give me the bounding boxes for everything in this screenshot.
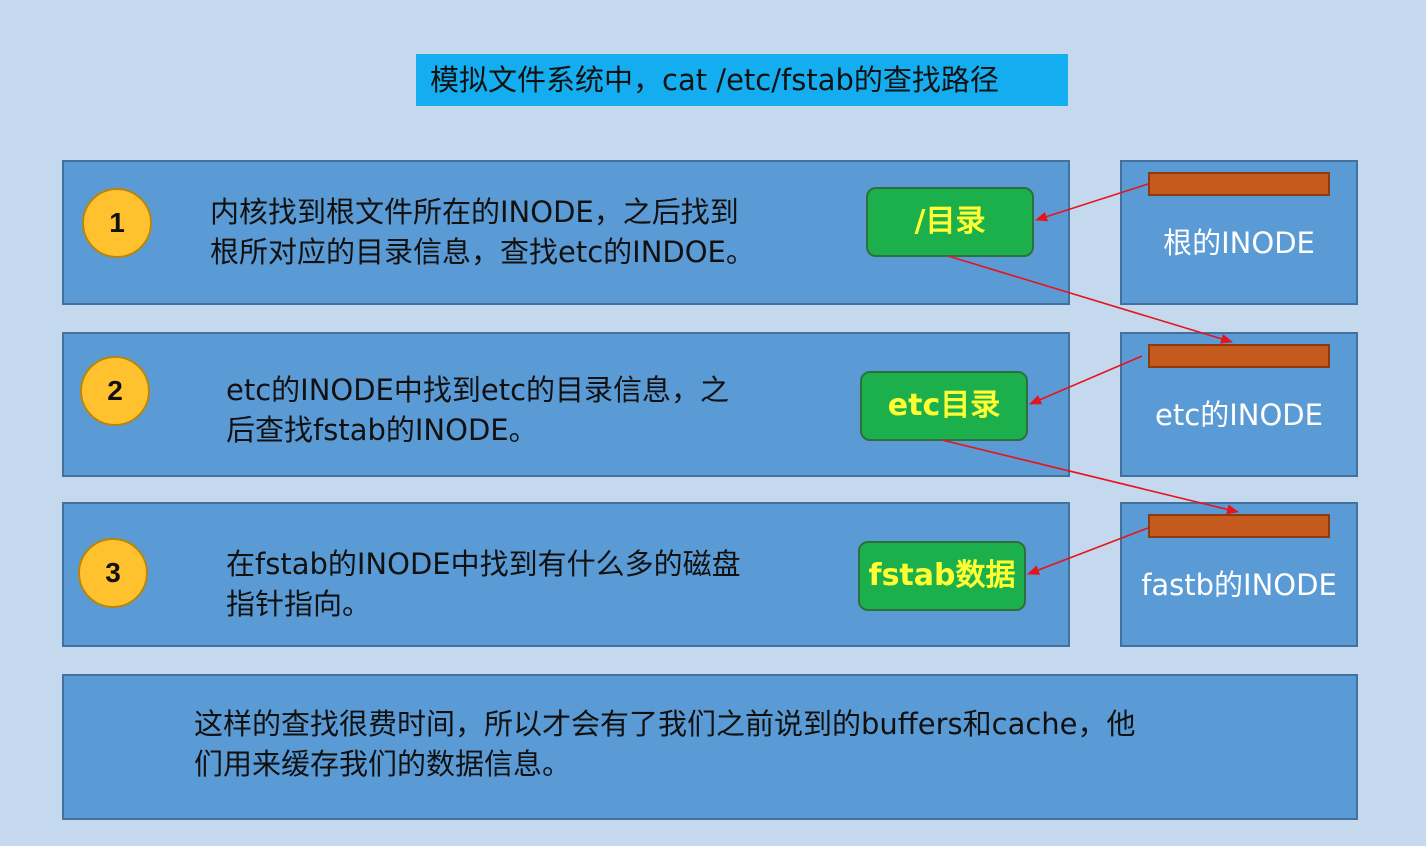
arrow-root-inode-to-root-dir [1035,183,1149,222]
arrow-etc-inode-to-etc-dir [1029,355,1143,405]
arrow-etc-dir-to-fstab-inode [941,439,1239,515]
arrow-fstab-inode-to-fstab-data [1027,527,1149,575]
arrow-root-dir-to-etc-inode [947,255,1233,344]
connection-arrows [941,183,1239,575]
